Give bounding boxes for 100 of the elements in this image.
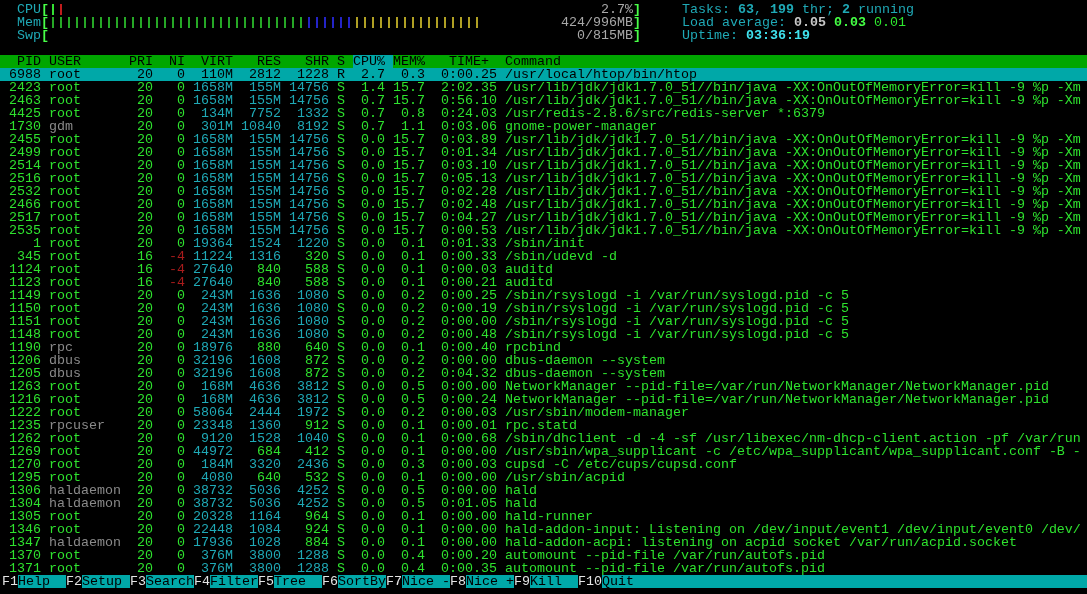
process-row[interactable]: 1149 root 20 0 243M 1636 1080 S 0.0 0.2 0:00.25 /sbin/rsyslogd -i /var/run/syslogd.pid -c 5	[0, 289, 1087, 302]
function-action-button[interactable]: SortBy	[338, 575, 386, 588]
column-header[interactable]: MEM%	[393, 55, 425, 68]
process-row[interactable]: 1263 root 20 0 168M 4636 3812 S 0.0 0.5 0:00.00 NetworkManager --pid-file=/var/run/NetworkManager/NetworkManager.pid	[0, 380, 1087, 393]
process-row[interactable]: 1306 haldaemon 20 0 38732 5036 4252 S 0.0 0.5 0:00.00 hald	[0, 484, 1087, 497]
process-row[interactable]: 1 root 20 0 19364 1524 1220 S 0.0 0.1 0:01.33 /sbin/init	[0, 237, 1087, 250]
priority-value: 20	[137, 236, 153, 251]
priority-value: 20	[137, 67, 153, 82]
function-key-label: F8	[450, 575, 466, 588]
virtual-memory-value: 1658M	[193, 132, 233, 147]
cpu-time: 0:00.20	[441, 548, 497, 563]
process-row[interactable]: 2517 root 20 0 1658M 155M 14756 S 0.0 15.7 0:04.27 /usr/lib/jdk/jdk1.7.0_51//bin/java -XX:OnOutOfMemoryError=kill -9 %p -Xm	[0, 211, 1087, 224]
process-state: S	[337, 301, 345, 316]
tasks-summary: Tasks: 63, 199 thr; 2 running	[682, 3, 914, 16]
process-row[interactable]: 1148 root 20 0 243M 1636 1080 S 0.0 0.2 0:00.48 /sbin/rsyslogd -i /var/run/syslogd.pid -c 5	[0, 328, 1087, 341]
shared-memory-value: 640	[305, 340, 329, 355]
command-line: /sbin/rsyslogd -i /var/run/syslogd.pid -c 5	[505, 314, 849, 329]
user-name: root	[49, 106, 81, 121]
priority-value: 20	[137, 314, 153, 329]
process-row[interactable]: 1206 dbus 20 0 32196 1608 872 S 0.0 0.2 0:00.00 dbus-daemon --system	[0, 354, 1087, 367]
column-header[interactable]: USER	[49, 55, 89, 68]
shared-memory-value: 588	[305, 275, 329, 290]
process-row[interactable]: 1150 root 20 0 243M 1636 1080 S 0.0 0.2 0:00.19 /sbin/rsyslogd -i /var/run/syslogd.pid -c 5	[0, 302, 1087, 315]
nice-value: 0	[177, 288, 185, 303]
shared-memory-value: 4252	[297, 483, 329, 498]
process-row[interactable]: 2463 root 20 0 1658M 155M 14756 S 0.7 15.7 0:56.10 /usr/lib/jdk/jdk1.7.0_51//bin/java -XX:OnOutOfMemoryError=kill -9 %p -Xm	[0, 94, 1087, 107]
command-line: rpcbind	[505, 340, 561, 355]
process-state: S	[337, 80, 345, 95]
process-row[interactable]: 6988 root 20 0 110M 2812 1228 R 2.7 0.3 0:00.25 /usr/local/htop/bin/htop	[0, 68, 1087, 81]
column-header[interactable]: CPU%	[353, 55, 393, 68]
process-row[interactable]: 1371 root 20 0 376M 3800 1288 S 0.0 0.4 0:00.35 automount --pid-file /var/run/autofs.pid	[0, 562, 1087, 575]
function-action-button[interactable]: Filter	[210, 575, 258, 588]
memory-percent: 0.5	[401, 483, 425, 498]
process-row[interactable]: 1216 root 20 0 168M 4636 3812 S 0.0 0.5 0:00.24 NetworkManager --pid-file=/var/run/NetworkManager/NetworkManager.pid	[0, 393, 1087, 406]
column-header[interactable]: PRI	[129, 55, 161, 68]
process-row[interactable]: 1222 root 20 0 58064 2444 1972 S 0.0 0.2 0:00.03 /usr/sbin/modem-manager	[0, 406, 1087, 419]
process-id: 1371	[9, 561, 41, 576]
cpu-time: 0:01.33	[441, 236, 497, 251]
process-row[interactable]: 2514 root 20 0 1658M 155M 14756 S 0.0 15.7 0:03.10 /usr/lib/jdk/jdk1.7.0_51//bin/java -XX:OnOutOfMemoryError=kill -9 %p -Xm	[0, 159, 1087, 172]
process-id: 1263	[9, 379, 41, 394]
process-row[interactable]: 1346 root 20 0 22448 1084 924 S 0.0 0.1 0:00.00 hald-addon-input: Listening on /dev/input/event1 /dev/input/event0 /dev/	[0, 523, 1087, 536]
process-row[interactable]: 2423 root 20 0 1658M 155M 14756 S 1.4 15.7 2:02.35 /usr/lib/jdk/jdk1.7.0_51//bin/java -XX:OnOutOfMemoryError=kill -9 %p -Xm	[0, 81, 1087, 94]
process-row[interactable]: 1262 root 20 0 9120 1528 1040 S 0.0 0.1 0:00.68 /sbin/dhclient -d -4 -sf /usr/libexec/nm-dhcp-client.action -pf /var/run	[0, 432, 1087, 445]
column-header[interactable]: PID	[17, 55, 49, 68]
column-header[interactable]: TIME+	[449, 55, 505, 68]
process-row[interactable]: 1347 haldaemon 20 0 17936 1028 884 S 0.0 0.1 0:00.00 hald-addon-acpi: listening on acpid socket /var/run/acpid.socket	[0, 536, 1087, 549]
process-row[interactable]: 2499 root 20 0 1658M 155M 14756 S 0.0 15.7 0:01.34 /usr/lib/jdk/jdk1.7.0_51//bin/java -XX:OnOutOfMemoryError=kill -9 %p -Xm	[0, 146, 1087, 159]
shared-memory-value: 924	[305, 522, 329, 537]
process-row[interactable]: 1190 rpc 20 0 18976 880 640 S 0.0 0.1 0:00.40 rpcbind	[0, 341, 1087, 354]
process-row[interactable]: 1730 gdm 20 0 301M 10840 8192 S 0.7 1.1 0:03.06 gnome-power-manager	[0, 120, 1087, 133]
process-row[interactable]: 1205 dbus 20 0 32196 1608 872 S 0.0 0.2 0:04.32 dbus-daemon --system	[0, 367, 1087, 380]
process-row[interactable]: 1270 root 20 0 184M 3320 2436 S 0.0 0.3 0:00.03 cupsd -C /etc/cups/cupsd.conf	[0, 458, 1087, 471]
priority-value: 20	[137, 223, 153, 238]
virtual-memory-value: 58064	[193, 405, 233, 420]
process-row[interactable]: 2516 root 20 0 1658M 155M 14756 S 0.0 15.7 0:05.13 /usr/lib/jdk/jdk1.7.0_51//bin/java -XX:OnOutOfMemoryError=kill -9 %p -Xm	[0, 172, 1087, 185]
cpu-time: 0:03.10	[441, 158, 497, 173]
column-header[interactable]: SHR	[305, 55, 337, 68]
resident-memory-value: 155M	[249, 197, 281, 212]
function-action-button[interactable]: Search	[146, 575, 194, 588]
column-header[interactable]: NI	[169, 55, 193, 68]
cpu-time: 0:00.00	[441, 522, 497, 537]
cpu-percent: 0.0	[361, 327, 385, 342]
memory-percent: 0.1	[401, 431, 425, 446]
process-row[interactable]: 345 root 16 -4 11224 1316 320 S 0.0 0.1 0:00.33 /sbin/udevd -d	[0, 250, 1087, 263]
function-action-button[interactable]: Nice -	[402, 575, 450, 588]
process-row[interactable]: 2466 root 20 0 1658M 155M 14756 S 0.0 15.7 0:02.48 /usr/lib/jdk/jdk1.7.0_51//bin/java -XX:OnOutOfMemoryError=kill -9 %p -Xm	[0, 198, 1087, 211]
process-row[interactable]: 1370 root 20 0 376M 3800 1288 S 0.0 0.4 0:00.20 automount --pid-file /var/run/autofs.pid	[0, 549, 1087, 562]
process-row[interactable]: 1123 root 16 -4 27640 840 588 S 0.0 0.1 0:00.21 auditd	[0, 276, 1087, 289]
virtual-memory-value: 11224	[193, 249, 233, 264]
priority-value: 20	[137, 431, 153, 446]
column-header[interactable]: S	[337, 55, 353, 68]
resident-memory-value: 1528	[249, 431, 281, 446]
process-row[interactable]: 1124 root 16 -4 27640 840 588 S 0.0 0.1 0:00.03 auditd	[0, 263, 1087, 276]
process-row[interactable]: 2532 root 20 0 1658M 155M 14756 S 0.0 15.7 0:02.28 /usr/lib/jdk/jdk1.7.0_51//bin/java -XX:OnOutOfMemoryError=kill -9 %p -Xm	[0, 185, 1087, 198]
resident-memory-value: 840	[257, 262, 281, 277]
process-row[interactable]: 1151 root 20 0 243M 1636 1080 S 0.0 0.2 0:00.00 /sbin/rsyslogd -i /var/run/syslogd.pid -c 5	[0, 315, 1087, 328]
user-name: haldaemon	[49, 496, 121, 511]
memory-percent: 0.5	[401, 392, 425, 407]
memory-percent: 0.1	[401, 444, 425, 459]
shared-memory-value: 1332	[297, 106, 329, 121]
cpu-time: 0:03.06	[441, 119, 497, 134]
process-state: S	[337, 249, 345, 264]
process-row[interactable]: 1269 root 20 0 44972 684 412 S 0.0 0.1 0:00.00 /usr/sbin/wpa_supplicant -c /etc/wpa_supplicant/wpa_supplicant.conf -B -	[0, 445, 1087, 458]
memory-percent: 0.1	[401, 262, 425, 277]
cpu-time: 0:00.25	[441, 67, 497, 82]
process-row[interactable]: 2455 root 20 0 1658M 155M 14756 S 0.0 15.7 0:03.89 /usr/lib/jdk/jdk1.7.0_51//bin/java -XX:OnOutOfMemoryError=kill -9 %p -Xm	[0, 133, 1087, 146]
column-header[interactable]: VIRT	[201, 55, 241, 68]
process-row[interactable]: 1295 root 20 0 4080 640 532 S 0.0 0.1 0:00.00 /usr/sbin/acpid	[0, 471, 1087, 484]
column-header[interactable]: RES	[257, 55, 289, 68]
process-row[interactable]: 1304 haldaemon 20 0 38732 5036 4252 S 0.0 0.5 0:01.05 hald	[0, 497, 1087, 510]
process-row[interactable]: 1235 rpcuser 20 0 23348 1360 912 S 0.0 0.1 0:00.01 rpc.statd	[0, 419, 1087, 432]
process-row[interactable]: 4425 root 20 0 134M 7752 1332 S 0.7 0.8 0:24.03 /usr/redis-2.8.6/src/redis-server *:6379	[0, 107, 1087, 120]
virtual-memory-value: 38732	[193, 496, 233, 511]
cpu-percent: 0.0	[361, 353, 385, 368]
priority-value: 20	[137, 496, 153, 511]
column-header[interactable]: Command	[505, 55, 561, 68]
process-row[interactable]: 1305 root 20 0 20328 1164 964 S 0.0 0.1 0:00.00 hald-runner	[0, 510, 1087, 523]
shared-memory-value: 872	[305, 353, 329, 368]
process-row[interactable]: 2535 root 20 0 1658M 155M 14756 S 0.0 15.7 0:00.53 /usr/lib/jdk/jdk1.7.0_51//bin/java -XX:OnOutOfMemoryError=kill -9 %p -Xm	[0, 224, 1087, 237]
function-action-button[interactable]: Nice +	[466, 575, 514, 588]
